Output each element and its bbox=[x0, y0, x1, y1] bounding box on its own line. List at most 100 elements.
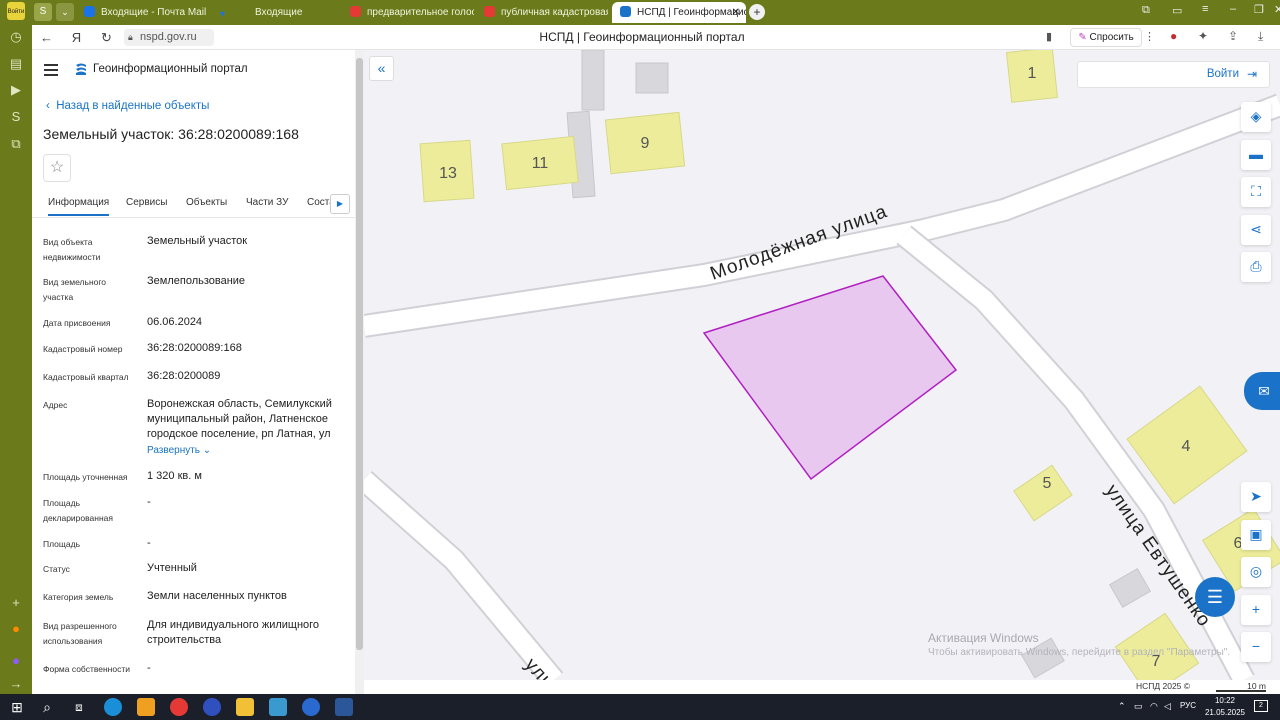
share-button[interactable]: ⋖ bbox=[1241, 215, 1271, 245]
app3-icon[interactable] bbox=[302, 698, 320, 716]
map-canvas[interactable]: 1 13 11 9 4 5 6 7 Молодёжная улица улица… bbox=[364, 50, 1280, 680]
search-icon[interactable]: ⌕ bbox=[38, 698, 56, 716]
panel-scrollbar[interactable] bbox=[355, 50, 364, 694]
downloads-icon[interactable]: ⤓ bbox=[1258, 29, 1263, 44]
reload-icon[interactable]: ↻ bbox=[98, 29, 115, 46]
tray-chevron-icon[interactable]: ⌃ bbox=[1118, 701, 1126, 712]
yandex-browser-icon[interactable] bbox=[170, 698, 188, 716]
select-area-button[interactable]: ⛶ bbox=[1241, 177, 1271, 207]
field-label: Кадастровый квартал bbox=[43, 372, 129, 382]
input-language[interactable]: РУС bbox=[1180, 701, 1196, 710]
ask-button[interactable]: ✎ Спросить bbox=[1070, 28, 1142, 47]
extensions-icon[interactable]: ✦ bbox=[1198, 29, 1208, 43]
chevron-down-icon[interactable]: ⌄ bbox=[56, 3, 74, 21]
tabs-menu-icon[interactable]: ⧉ bbox=[1142, 4, 1150, 17]
menu-icon[interactable]: ≡ bbox=[1202, 3, 1208, 15]
share-icon[interactable]: ⇪ bbox=[1228, 29, 1238, 43]
share-icon: ⋖ bbox=[1250, 221, 1262, 237]
close-window-icon[interactable]: ✕ bbox=[1274, 3, 1280, 16]
activation-watermark-title: Активация Windows bbox=[928, 631, 1039, 645]
task-view-icon[interactable]: ⧈ bbox=[70, 698, 88, 716]
hamburger-icon[interactable] bbox=[44, 64, 58, 76]
minimap-button[interactable]: ▣ bbox=[1241, 520, 1271, 550]
login-button[interactable]: Войти ⇥ bbox=[1077, 61, 1270, 88]
back-icon[interactable]: ← bbox=[38, 29, 55, 46]
mail-icon bbox=[84, 6, 95, 17]
wifi-icon[interactable]: ◠ bbox=[1150, 701, 1158, 712]
ask-icon: ✎ bbox=[1078, 32, 1087, 43]
assistant-tab[interactable]: ✉ bbox=[1244, 372, 1280, 410]
bookmark-icon[interactable]: ▮ bbox=[1046, 30, 1052, 43]
close-tab-icon[interactable]: ✕ bbox=[732, 2, 740, 23]
new-tab-icon[interactable]: + bbox=[749, 4, 765, 20]
notes-icon[interactable]: ▤ bbox=[7, 55, 25, 73]
tab-mail[interactable]: Входящие - Почта Mail bbox=[84, 2, 214, 23]
collapse-panel-button[interactable]: « bbox=[369, 56, 394, 81]
page-title: НСПД | Геоинформационный портал bbox=[539, 30, 745, 44]
tab-services[interactable]: Сервисы bbox=[126, 197, 167, 208]
tab-parts[interactable]: Части ЗУ bbox=[246, 197, 288, 208]
edge-icon[interactable] bbox=[104, 698, 122, 716]
tab-nspd[interactable]: НСПД | Геоинформацис ✕ bbox=[612, 2, 746, 23]
print-button[interactable]: ⎙ bbox=[1241, 252, 1271, 282]
screenshot-icon[interactable]: ⧉ bbox=[7, 135, 25, 153]
clock[interactable]: 10:22 21.05.2025 bbox=[1200, 695, 1250, 719]
add-panel-icon[interactable]: + bbox=[7, 594, 25, 612]
expand-address-link[interactable]: Развернуть ⌄ bbox=[147, 445, 211, 456]
minimize-icon[interactable]: – bbox=[1230, 3, 1236, 15]
word-icon[interactable] bbox=[335, 698, 353, 716]
layers-button[interactable]: ◈ bbox=[1241, 102, 1271, 132]
tab-cadastral[interactable]: публичная кадастровая bbox=[484, 2, 608, 23]
s-app-icon[interactable]: S bbox=[7, 108, 25, 126]
restore-icon[interactable]: ❐ bbox=[1254, 3, 1264, 16]
object-title: Земельный участок: 36:28:0200089:168 bbox=[43, 126, 299, 142]
field-label: Вид земельного участка bbox=[43, 277, 107, 302]
scroll-thumb[interactable] bbox=[356, 58, 363, 650]
field-value: Воронежская область, Семилукский муницип… bbox=[147, 398, 332, 440]
portal-logo-icon bbox=[76, 63, 86, 75]
bookmarks-icon[interactable]: ▭ bbox=[1172, 4, 1182, 17]
geolocation-button[interactable]: ◎ bbox=[1241, 557, 1271, 587]
store-icon[interactable] bbox=[137, 698, 155, 716]
windows-start-icon[interactable]: ⊞ bbox=[8, 698, 26, 716]
tab-objects[interactable]: Объекты bbox=[186, 197, 227, 208]
app-icon[interactable] bbox=[203, 698, 221, 716]
url-field[interactable]: 🔒︎ nspd.gov.ru bbox=[124, 29, 214, 46]
address-bar: ← Я ↻ 🔒︎ nspd.gov.ru НСПД | Геоинформацио… bbox=[32, 25, 1280, 50]
map-view[interactable]: 1 13 11 9 4 5 6 7 Молодёжная улица улица… bbox=[364, 50, 1280, 680]
alice-icon[interactable]: ● bbox=[7, 652, 25, 670]
chat-button[interactable]: ☰ bbox=[1195, 577, 1235, 617]
back-to-results-link[interactable]: ‹ Назад в найденные объекты bbox=[46, 100, 209, 112]
profile-icon[interactable]: ● bbox=[1170, 29, 1177, 43]
app2-icon[interactable] bbox=[269, 698, 287, 716]
land-parcel[interactable] bbox=[702, 275, 958, 481]
plus-icon: + bbox=[1251, 601, 1261, 617]
video-icon[interactable]: ▶ bbox=[7, 81, 25, 99]
hide-rail-icon[interactable]: → bbox=[7, 675, 25, 693]
double-chevron-left-icon: « bbox=[377, 60, 386, 76]
house-number: 1 bbox=[1028, 65, 1037, 82]
measure-button[interactable]: ▬ bbox=[1241, 140, 1271, 170]
zoom-out-button[interactable]: − bbox=[1241, 632, 1271, 662]
tab-strip: S ⌄ Входящие - Почта Mail ▾ Входящие пред… bbox=[32, 0, 1280, 25]
object-panel: Геоинформационный портал ‹ Назад в найде… bbox=[32, 50, 355, 694]
tab-inbox[interactable]: ▾ Входящие bbox=[220, 2, 344, 23]
locate-button[interactable]: ➤ bbox=[1241, 482, 1271, 512]
explorer-icon[interactable] bbox=[236, 698, 254, 716]
more-icon[interactable]: ⋮ bbox=[1144, 30, 1155, 43]
zoom-in-button[interactable]: + bbox=[1241, 595, 1271, 625]
field-value: 36:28:0200089 bbox=[147, 370, 221, 382]
s-tab-icon[interactable]: S bbox=[34, 3, 52, 21]
history-icon[interactable]: ◷ bbox=[7, 28, 25, 46]
tab-vote[interactable]: предварительное голосо bbox=[350, 2, 474, 23]
tabs-next-button[interactable]: ▶ bbox=[330, 194, 350, 214]
notifications-icon[interactable]: 2 bbox=[1254, 700, 1268, 712]
favorite-star-button[interactable]: ☆ bbox=[43, 154, 71, 182]
yandex-logo-icon[interactable]: Я bbox=[68, 29, 85, 46]
tab-info[interactable]: Информация bbox=[48, 197, 110, 216]
volume-icon[interactable]: ◁ bbox=[1164, 701, 1171, 712]
copyright: НСПД 2025 © bbox=[1136, 681, 1191, 691]
network-icon[interactable]: ▭ bbox=[1134, 701, 1143, 712]
login-badge-icon[interactable]: Войти bbox=[7, 2, 25, 20]
fox-icon[interactable]: ● bbox=[7, 620, 25, 638]
